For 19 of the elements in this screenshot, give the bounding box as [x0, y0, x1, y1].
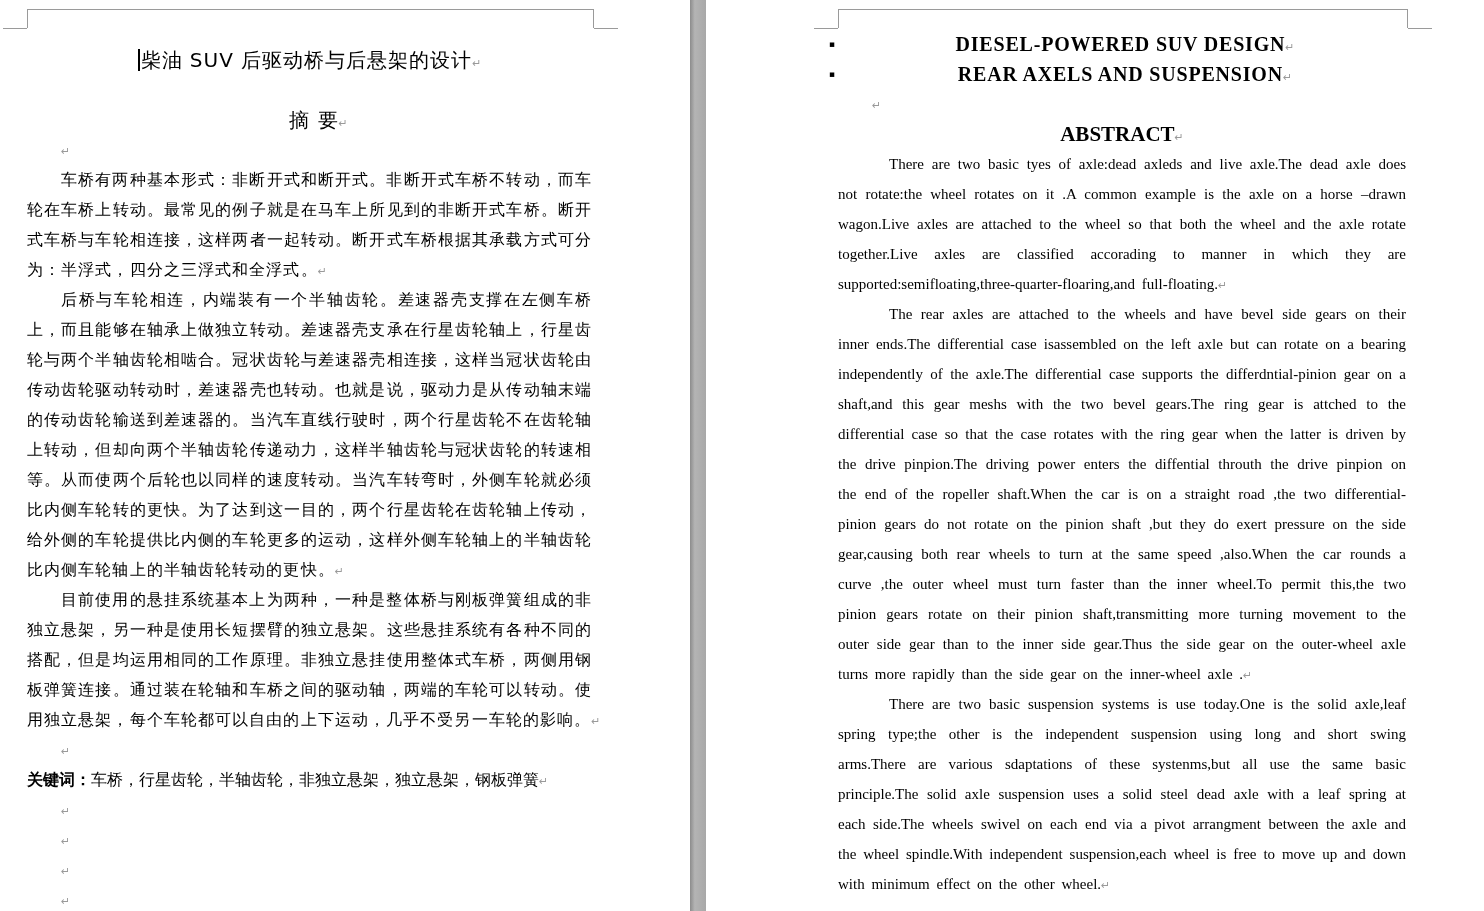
english-title: REAR AXELS AND SUSPENSION↵: [957, 62, 1293, 85]
paragraph: There are two basic tyes of axle:dead axleds and live axle.The dead axle does not rotate:the wheel rotates on it .A common example is the axle on a horse –drawn wagon.Live axles are attached to the wheel so that both the wheel and the axle rotate together.Live axles are classified accorading to manner in which they are supported:semifloating,three-quarter-floaring,and full-floating.↵: [838, 155, 1407, 294]
keywords-line: 关键词：车桥，行星齿轮，半轴齿轮，非独立悬架，独立悬架，钢板弹簧↵: [27, 769, 550, 791]
paragraph-mark: ↵: [61, 805, 71, 818]
abstract-heading: ABSTRACT↵: [1060, 122, 1184, 146]
paragraph: The rear axles are attached to the wheels and have bevel side gears on their inner ends.The differential case isassembled on the left axle but can rotate on a bearing independently of the axle.The differential case supports the differdntial-pinion gear on a shaft,and this gear meshs with the two bevel gears.The ring gear is attched to the differential case so that the case rotates with the ring gear when the latter is driven by the drive pinpion.The driving power enters the diffential throuth the drive pinpion on the end of the ropeller shaft.When the car is on a straight road ,the two differential-pinion gears do not rotate on the pinion shaft ,but they do exert pressure on the side gear,causing both rear wheels to turn at the same speed ,also.When the car rounds a curve ,the outer wheel must turn faster than the inner wheel.To permit this,the two pinion gears rotate on their pinion shaft,transmitting more turning movement to the outer side gear than to the inner side gear.Thus the side gear on the outer-wheel axle turns more rapidly than the side gear on the inner-wheel axle .↵: [838, 305, 1407, 684]
document-title: 柴油 SUV 后驱动桥与后悬架的设计↵: [140, 47, 482, 74]
paragraph-mark: ↵: [61, 145, 71, 158]
paragraph-mark: ↵: [61, 835, 71, 848]
paragraph: There are two basic suspension systems is use today.One is the solid axle,leaf spring type;the other is the independent suspension using long and short swing arms.There are various sdaptations of these systenms,but all use the same basic principle.The solid axle suspension uses a solid steel dead axle with a leaf spring at each side.The wheels swivel on each end via a pivot arrangment between the axle and the wheel spindle.With independent suspension,each wheel is free to move up and down with minimum effect on the other wheel.↵: [838, 695, 1407, 894]
paragraph-mark: ↵: [61, 865, 71, 878]
paragraph-mark: ↵: [872, 99, 882, 112]
english-title: DIESEL-POWERED SUV DESIGN↵: [955, 32, 1295, 55]
paragraph: 车桥有两种基本形式：非断开式和断开式。非断开式车桥不转动，而车轮在车桥上转动。最常见的例子就是在马车上所见到的非断开式车桥。断开式车桥与车轮相连接，这样两者一起转动。断开式车桥根据其承载方式可分为：半浮式，四分之三浮式和全浮式。↵: [27, 169, 593, 281]
abstract-heading: 摘 要↵: [289, 108, 348, 132]
paragraph: 后桥与车轮相连，内端装有一个半轴齿轮。差速器壳支撑在左侧车桥上，而且能够在轴承上做独立转动。差速器壳支承在行星齿轮轴上，行星齿轮与两个半轴齿轮相啮合。冠状齿轮与差速器壳相连接，这样当冠状齿轮由传动齿轮驱动转动时，差速器壳也转动。也就是说，驱动力是从传动轴末端的传动齿轮输送到差速器的。当汽车直线行驶时，两个行星齿轮不在齿轮轴上转动，但却向两个半轴齿轮传递动力，这样半轴齿轮与冠状齿轮的转速相等。从而使两个后轮也以同样的速度转动。当汽车转弯时，外侧车轮就必须比内侧车轮转的更快。为了达到这一目的，两个行星齿轮在齿轮轴上传动，给外侧的车轮提供比内侧的车轮更多的运动，这样外侧车轮轴上的半轴齿轮比内侧车轮轴上的半轴齿轮转动的更快。↵: [27, 289, 593, 581]
paragraph-mark: ↵: [61, 895, 71, 908]
paragraph-mark: ↵: [61, 745, 71, 758]
paragraph: 目前使用的悬挂系统基本上为两种，一种是整体桥与刚板弹簧组成的非独立悬架，另一种是使用长短摆臂的独立悬架。这些悬挂系统有各种不同的搭配，但是均运用相同的工作原理。非独立悬挂使用整体式车桥，两侧用钢板弹簧连接。通过装在轮轴和车桥之间的驱动轴，两端的车轮可以转动。使用独立悬架，每个车轮都可以自由的上下运动，几乎不受另一车轮的影响。↵: [27, 589, 602, 731]
